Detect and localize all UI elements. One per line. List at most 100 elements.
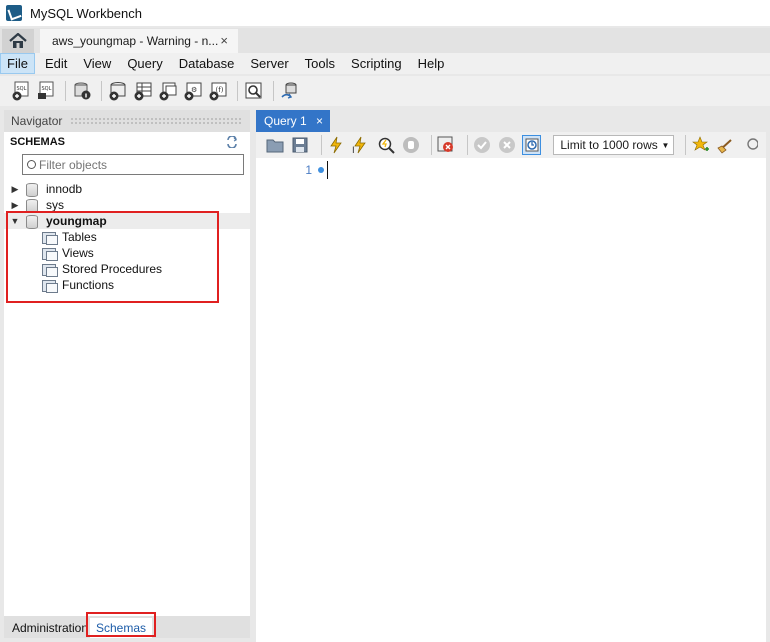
filter-objects-input[interactable] xyxy=(39,157,229,172)
folder-open-icon xyxy=(266,139,284,153)
close-icon[interactable]: × xyxy=(316,114,323,128)
menu-file[interactable]: File xyxy=(0,53,35,74)
x-circle-icon xyxy=(498,137,515,153)
query-tab-label: Query 1 xyxy=(264,114,307,128)
close-icon[interactable]: × xyxy=(220,33,228,48)
line-gutter: 1 xyxy=(256,162,324,178)
open-sql-icon: SQL xyxy=(38,81,54,99)
expand-arrow-icon[interactable]: ▶ xyxy=(10,184,20,194)
title-bar: MySQL Workbench xyxy=(0,0,770,26)
database-icon xyxy=(26,198,38,213)
home-tab[interactable] xyxy=(2,29,34,53)
query-tab[interactable]: Query 1 × xyxy=(256,110,330,132)
svg-text:I: I xyxy=(352,146,355,154)
schema-item-innodb[interactable]: ▶ innodb xyxy=(4,181,82,197)
navigator-header: Navigator xyxy=(4,110,250,132)
toolbar-separator xyxy=(431,135,432,155)
toolbar-separator xyxy=(466,135,468,155)
create-schema-icon xyxy=(109,82,126,101)
explain-button[interactable] xyxy=(376,135,395,155)
open-file-button[interactable] xyxy=(266,135,285,155)
stop-hand-icon xyxy=(402,137,419,153)
navigator-title: Navigator xyxy=(11,114,63,128)
query-tab-strip: Query 1 × xyxy=(256,110,770,132)
chevron-down-icon: ▼ xyxy=(661,141,670,150)
highlight-box-schemas-tab xyxy=(86,612,156,637)
home-icon xyxy=(9,33,27,48)
toggle-stop-on-error-button[interactable] xyxy=(437,135,456,155)
create-function-button[interactable]: (f) xyxy=(207,80,229,102)
stop-button[interactable] xyxy=(401,135,420,155)
schemas-header: SCHEMAS xyxy=(10,136,66,148)
menu-database[interactable]: Database xyxy=(173,53,241,74)
toolbar-separator xyxy=(101,81,102,101)
menu-bar: File Edit View Query Database Server Too… xyxy=(0,53,770,74)
open-sql-script-button[interactable]: SQL xyxy=(35,80,57,102)
mysql-workbench-icon xyxy=(6,5,22,21)
limit-rows-label: Limit to 1000 rows xyxy=(560,138,658,152)
create-schema-button[interactable] xyxy=(107,80,129,102)
star-add-icon xyxy=(691,136,709,151)
new-sql-tab-button[interactable]: SQL xyxy=(10,80,32,102)
magnifier-icon xyxy=(746,138,758,150)
create-view-button[interactable] xyxy=(157,80,179,102)
menu-tools[interactable]: Tools xyxy=(299,53,341,74)
magnifier-lightning-icon xyxy=(378,137,395,154)
menu-server[interactable]: Server xyxy=(244,53,294,74)
lightning-cursor-icon: I xyxy=(352,136,366,154)
expand-arrow-icon[interactable]: ▶ xyxy=(10,200,20,210)
search-icon xyxy=(27,160,36,169)
toolbar-separator xyxy=(237,81,238,101)
menu-help[interactable]: Help xyxy=(412,53,451,74)
tab-administration[interactable]: Administration xyxy=(6,618,94,638)
filter-objects-field[interactable] xyxy=(22,154,244,175)
inspector-button[interactable] xyxy=(71,80,93,102)
toolbar-separator xyxy=(65,81,66,101)
new-sql-icon: SQL xyxy=(12,81,29,101)
save-button[interactable] xyxy=(291,135,310,155)
svg-text:SQL: SQL xyxy=(17,86,27,92)
add-snippet-button[interactable] xyxy=(691,135,710,155)
refresh-icon[interactable] xyxy=(226,136,238,148)
schema-label: innodb xyxy=(46,182,83,196)
info-database-icon xyxy=(74,82,91,100)
menu-scripting[interactable]: Scripting xyxy=(345,53,408,74)
menu-view[interactable]: View xyxy=(77,53,117,74)
toolbar-separator xyxy=(273,81,274,101)
limit-rows-dropdown[interactable]: Limit to 1000 rows ▼ xyxy=(553,135,675,155)
create-table-button[interactable] xyxy=(132,80,154,102)
navigator-panel: SCHEMAS ▶ innodb ▶ sys ▼ youngmap Tables… xyxy=(4,132,250,616)
execute-current-button[interactable]: I xyxy=(351,135,370,155)
broom-icon xyxy=(717,139,732,154)
database-icon xyxy=(26,182,38,197)
toolbar-separator xyxy=(685,135,687,155)
create-view-icon xyxy=(159,82,177,101)
create-table-icon xyxy=(134,82,152,101)
rollback-button[interactable] xyxy=(498,135,517,155)
autocommit-icon xyxy=(525,138,539,152)
text-cursor[interactable] xyxy=(327,161,328,179)
beautify-button[interactable] xyxy=(716,135,735,155)
main-toolbar: SQL SQL ⚙ (f) xyxy=(0,76,770,106)
editor-edge xyxy=(766,132,770,642)
execute-button[interactable] xyxy=(327,135,346,155)
connection-tab-label: aws_youngmap - Warning - n... xyxy=(52,34,219,48)
find-button[interactable] xyxy=(741,135,760,155)
svg-text:SQL: SQL xyxy=(42,86,52,92)
create-procedure-icon: ⚙ xyxy=(184,82,202,101)
connection-tab-strip: aws_youngmap - Warning - n... × xyxy=(0,28,770,53)
lightning-icon xyxy=(330,136,342,154)
menu-query[interactable]: Query xyxy=(121,53,168,74)
connection-tab[interactable]: aws_youngmap - Warning - n... × xyxy=(40,29,238,53)
create-procedure-button[interactable]: ⚙ xyxy=(182,80,204,102)
editor-toolbar: I Limit to 1000 rows ▼ xyxy=(256,132,766,158)
panel-grip xyxy=(70,117,242,125)
reconnect-button[interactable] xyxy=(279,80,301,102)
check-circle-icon xyxy=(474,137,491,153)
line-number: 1 xyxy=(305,163,312,177)
toggle-autocommit-button[interactable] xyxy=(522,135,542,155)
search-table-data-button[interactable] xyxy=(243,80,265,102)
save-icon xyxy=(292,137,308,153)
commit-button[interactable] xyxy=(473,135,492,155)
menu-edit[interactable]: Edit xyxy=(39,53,73,74)
